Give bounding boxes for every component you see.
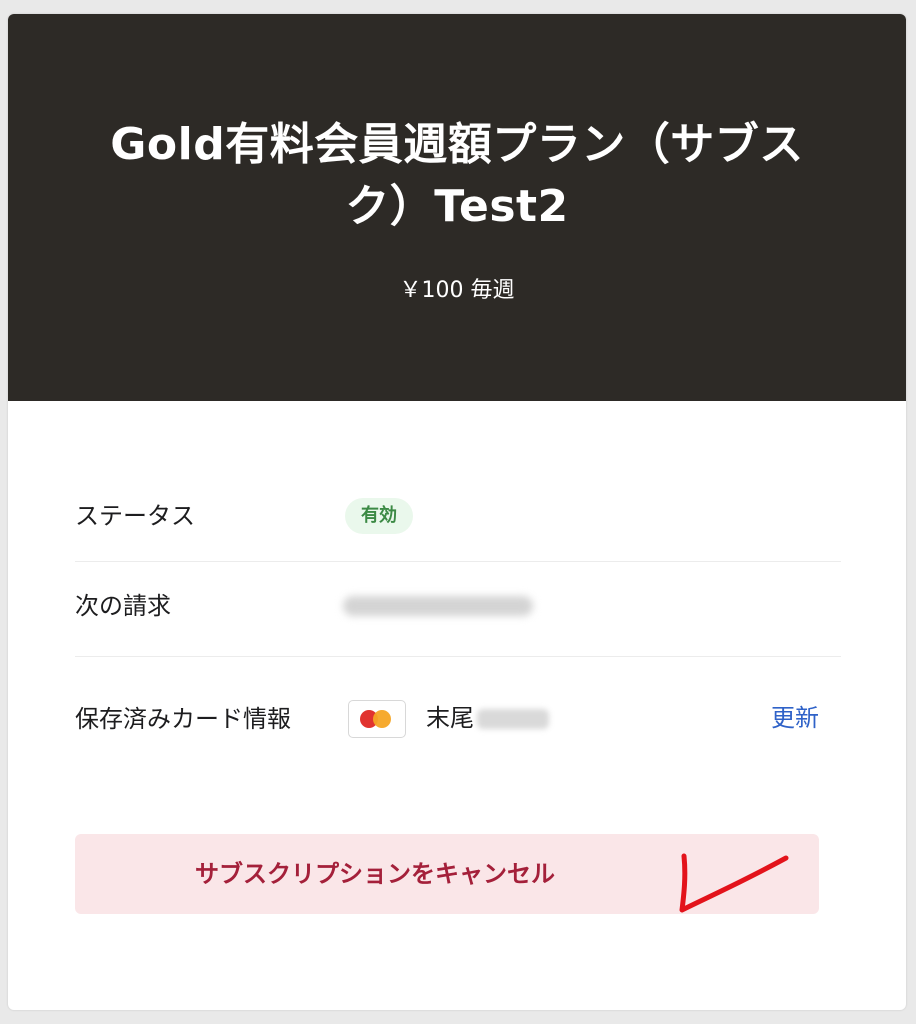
status-badge: 有効: [345, 498, 413, 534]
next-billing-row: 次の請求: [75, 588, 841, 624]
next-billing-value-redacted: [343, 596, 533, 616]
status-row: ステータス 有効: [75, 498, 841, 534]
divider: [75, 561, 841, 562]
card-suffix-label: 末尾: [426, 704, 474, 732]
update-card-link[interactable]: 更新: [771, 700, 819, 736]
status-label: ステータス: [75, 502, 195, 530]
cancel-subscription-label: サブスクリプションをキャンセル: [195, 860, 555, 888]
divider: [75, 656, 841, 657]
subscription-card: Gold有料会員週額プラン（サブスク）Test2 ￥100 毎週 ステータス 有…: [8, 14, 906, 1010]
saved-card-label: 保存済みカード情報: [75, 705, 291, 733]
red-checkmark-annotation: [679, 853, 789, 913]
saved-card-row: 保存済みカード情報 末尾 更新: [75, 700, 841, 738]
card-digits-redacted: [477, 709, 549, 729]
mastercard-icon: [348, 700, 406, 738]
next-billing-label: 次の請求: [75, 592, 171, 620]
plan-price: ￥100 毎週: [399, 278, 515, 303]
plan-header: Gold有料会員週額プラン（サブスク）Test2 ￥100 毎週: [8, 14, 906, 401]
mastercard-orange-circle: [373, 710, 391, 728]
plan-title: Gold有料会員週額プラン（サブスク）Test2: [110, 119, 804, 232]
